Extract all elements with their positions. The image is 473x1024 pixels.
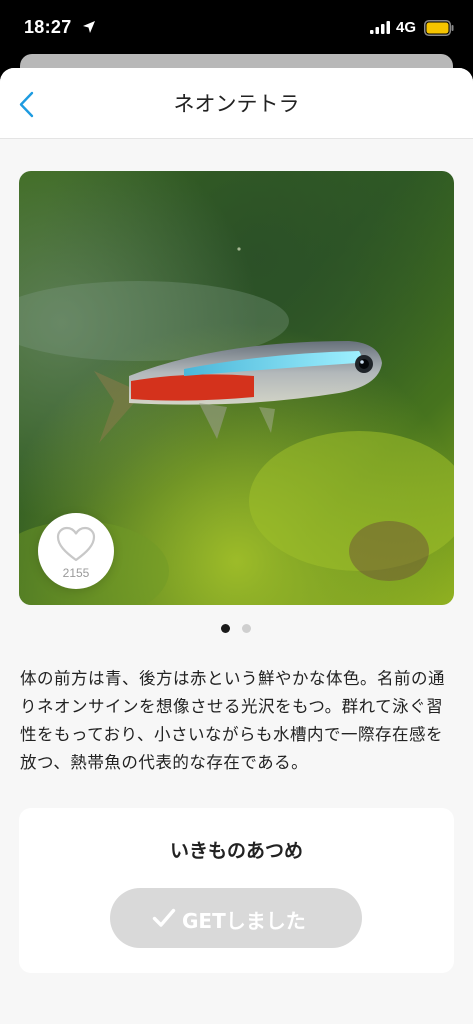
network-type: 4G: [396, 19, 417, 36]
get-button-label: GETしました: [182, 909, 306, 933]
get-button[interactable]: GETしました: [110, 888, 362, 948]
collection-title: いきものあつめ: [169, 840, 303, 862]
status-bar: 18:27 4G: [0, 0, 473, 58]
cellular-signal-icon: [370, 21, 390, 34]
checkmark-icon: [152, 908, 176, 927]
navigation-bar: ネオンテトラ: [0, 68, 473, 139]
carousel-page-indicator: [221, 624, 261, 634]
like-button[interactable]: 2155: [38, 513, 114, 589]
status-time: 18:27: [24, 17, 72, 37]
location-arrow-icon: [83, 21, 95, 33]
page-dot-1[interactable]: [221, 624, 230, 633]
battery-icon: [424, 20, 454, 36]
detail-sheet: ネオンテトラ 2155 体の前方は青、後方は赤という鮮やかな体色。名前の通りネオ…: [0, 68, 473, 1024]
collection-card: いきものあつめ GETしました: [19, 808, 454, 973]
species-description: 体の前方は青、後方は赤という鮮やかな体色。名前の通りネオンサインを想像させる光沢…: [20, 669, 445, 772]
page-dot-2[interactable]: [242, 624, 251, 633]
like-count: 2155: [62, 566, 90, 580]
heart-outline-icon: [56, 526, 96, 562]
page-title: ネオンテトラ: [173, 92, 300, 116]
